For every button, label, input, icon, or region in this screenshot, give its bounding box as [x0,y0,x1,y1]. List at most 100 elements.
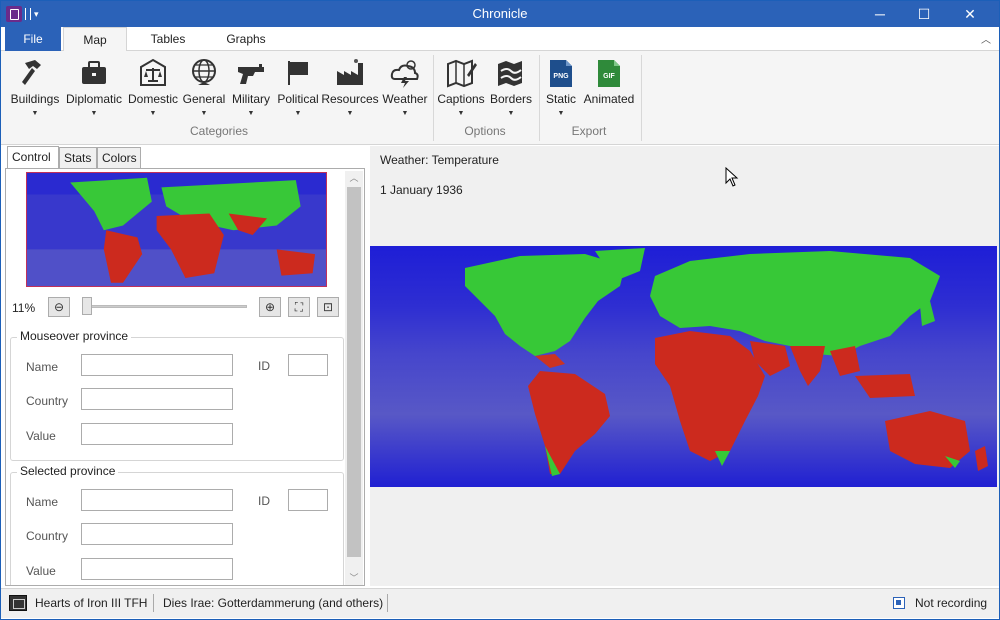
tab-file[interactable]: File [5,27,61,51]
map-view: Weather: Temperature 1 January 1936 [370,146,999,586]
military-button[interactable]: Military ▼ [227,57,275,117]
hammer-icon [22,60,41,85]
domestic-button[interactable]: Domestic ▼ [125,57,181,117]
zoom-out-button[interactable]: ⊖ [48,297,70,317]
tab-graphs[interactable]: Graphs [215,27,277,51]
selected-id-field[interactable] [288,489,328,511]
status-bar: Hearts of Iron III TFH Dies Irae: Gotter… [1,588,999,618]
resources-label: Resources [321,92,379,106]
map-mode-label: Weather: Temperature [380,153,499,167]
gif-file-icon: GIF [598,60,620,87]
zoom-fit-button[interactable]: ⛶ [288,297,310,317]
chevron-down-icon: ▼ [457,110,465,117]
chevron-down-icon: ▼ [90,110,98,117]
zoom-actual-button[interactable]: ⊡ [317,297,339,317]
military-label: Military [232,92,270,106]
selected-name-field[interactable] [81,489,233,511]
diplomatic-label: Diplomatic [65,92,122,106]
zoom-out-icon: ⊖ [53,300,65,314]
weather-button[interactable]: Weather ▼ [379,57,431,117]
static-label: Static [545,92,576,106]
chevron-down-icon: ▼ [557,110,565,117]
export-group-label: Export [571,124,607,138]
zoom-level: 11% [12,301,36,315]
selected-country-label: Country [26,529,69,543]
selected-province-group: Selected province Name ID Country Value [10,464,344,585]
diplomatic-button[interactable]: Diplomatic ▼ [63,57,125,117]
scroll-up-icon[interactable]: ︿ [345,171,363,185]
captions-button[interactable]: Captions ▼ [435,57,487,117]
ribbon: Buildings ▼ Diplomatic ▼ Domestic ▼ Gene… [1,51,999,145]
selected-name-label: Name [26,495,59,509]
mouseover-group-title: Mouseover province [17,329,132,343]
zoom-in-icon: ⊕ [264,300,276,314]
mouseover-value-label: Value [26,429,56,443]
tab-colors[interactable]: Colors [97,147,141,169]
tab-tables[interactable]: Tables [137,27,199,51]
selected-value-label: Value [26,564,56,578]
mouseover-country-label: Country [26,394,69,408]
buildings-label: Buildings [10,92,60,106]
png-badge: PNG [553,73,569,80]
game-icon [9,595,27,611]
general-button[interactable]: General ▼ [181,57,227,117]
game-name: Hearts of Iron III TFH [35,596,148,610]
chevron-down-icon: ▼ [507,110,515,117]
selected-value-field[interactable] [81,558,233,580]
control-tab-body: 11% ⊖ ⊕ ⛶ ⊡ Mouseover province Name ID C… [5,168,365,586]
globe-icon [192,59,216,85]
ribbon-tabs: File Map Tables Graphs [1,27,999,52]
political-button[interactable]: Political ▼ [275,57,321,117]
zoom-in-button[interactable]: ⊕ [259,297,281,317]
factory-icon [337,59,363,85]
weather-label: Weather [382,92,428,106]
selected-group-title: Selected province [17,464,119,478]
tab-map[interactable]: Map [63,27,127,52]
flag-icon [288,61,308,85]
mouseover-value-field[interactable] [81,423,233,445]
ribbon-collapse-icon[interactable]: ︿ [981,31,991,46]
buildings-button[interactable]: Buildings ▼ [7,57,63,117]
ribbon-divider [641,55,642,141]
close-button[interactable]: ✕ [947,1,993,27]
mouseover-country-field[interactable] [81,388,233,410]
minimap[interactable] [26,172,327,287]
zoom-controls: 11% ⊖ ⊕ ⛶ ⊡ [6,295,346,319]
mouse-pointer-icon [725,167,739,187]
map-borders-icon [498,61,522,86]
world-map-image [370,246,997,487]
political-label: Political [277,92,319,106]
zoom-slider-track[interactable] [82,305,247,308]
resources-button[interactable]: Resources ▼ [321,57,379,117]
briefcase-icon [82,61,106,84]
gun-icon [238,64,264,84]
title-bar: ▾ Chronicle ─ ☐ ✕ [1,1,999,27]
mouseover-id-field[interactable] [288,354,328,376]
general-label: General [182,92,226,106]
status-divider [387,594,388,612]
tab-control[interactable]: Control [7,146,59,169]
zoom-slider-thumb[interactable] [82,297,92,315]
vertical-scrollbar[interactable]: ︿ ﹀ [345,171,363,585]
minimap-image [27,173,326,286]
static-export-button[interactable]: PNG Static ▼ [541,57,581,117]
selected-id-label: ID [258,494,270,508]
zoom-actual-icon: ⊡ [322,300,334,314]
mouseover-id-label: ID [258,359,270,373]
chevron-down-icon: ▼ [149,110,157,117]
selected-country-field[interactable] [81,523,233,545]
animated-export-button[interactable]: GIF Animated [581,57,637,106]
mouseover-name-field[interactable] [81,354,233,376]
chevron-down-icon: ▼ [200,110,208,117]
mouseover-province-group: Mouseover province Name ID Country Value [10,329,344,461]
tab-stats[interactable]: Stats [59,147,97,169]
chevron-down-icon: ▼ [294,110,302,117]
borders-button[interactable]: Borders ▼ [487,57,535,117]
scroll-down-icon[interactable]: ﹀ [345,571,363,585]
window-title: Chronicle [472,6,528,21]
record-icon[interactable] [893,597,905,609]
minimize-button[interactable]: ─ [857,1,903,27]
world-map[interactable] [370,246,997,487]
maximize-button[interactable]: ☐ [901,1,947,27]
scrollbar-thumb[interactable] [347,187,361,557]
